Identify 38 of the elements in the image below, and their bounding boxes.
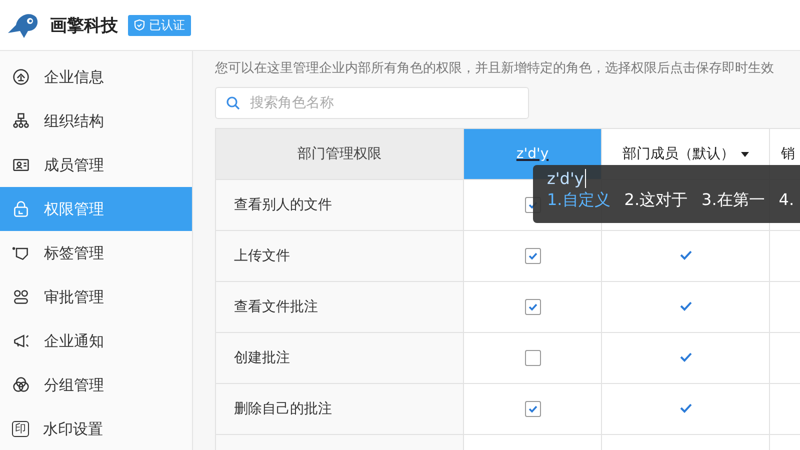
sidebar-item[interactable]: 成员管理 <box>0 143 192 187</box>
permission-name: 查看别人的文件 <box>233 197 332 213</box>
company-icon <box>12 68 30 86</box>
search-input[interactable]: 搜索角色名称 <box>248 94 518 112</box>
description-text: 您可以在这里管理企业内部所有角色的权限，并且新增特定的角色，选择权限后点击保存即时生效 <box>215 60 775 77</box>
checkbox[interactable] <box>524 248 540 264</box>
permission-name: 查看文件批注 <box>233 299 318 315</box>
permission-name: 创建批注 <box>233 350 290 366</box>
ime-candidate[interactable]: 2.这对于 <box>624 190 688 211</box>
sidebar-item[interactable]: 企业信息 <box>0 55 192 99</box>
people-icon <box>12 288 30 306</box>
company-name: 画擎科技 <box>50 14 118 36</box>
sidebar-item[interactable]: 印 水印设置 <box>0 407 192 450</box>
checkbox[interactable] <box>524 299 540 316</box>
permission-name: 删除自己的批注 <box>233 401 332 417</box>
search-field[interactable]: 搜索角色名称 <box>215 87 529 119</box>
sidebar-item[interactable]: 企业通知 <box>0 319 192 363</box>
tag-icon <box>12 244 30 262</box>
id-card-icon <box>12 156 30 174</box>
search-icon <box>226 96 240 110</box>
sidebar-item[interactable]: 组织结构 <box>0 99 192 143</box>
org-chart-icon <box>12 112 30 130</box>
checkbox[interactable] <box>524 401 540 418</box>
ime-input-text: z'd'y <box>547 169 586 188</box>
checkbox[interactable] <box>524 350 540 366</box>
ime-candidate[interactable]: 3.在第一 <box>702 190 765 211</box>
sidebar-item[interactable]: 分组管理 <box>0 363 192 407</box>
stamp-icon: 印 <box>12 421 29 437</box>
ime-candidate[interactable]: 1.自定义 <box>547 190 610 211</box>
sidebar-item[interactable]: 标签管理 <box>0 231 192 275</box>
sidebar-item[interactable]: 审批管理 <box>0 275 192 319</box>
megaphone-icon <box>12 332 30 350</box>
verified-badge: 已认证 <box>128 14 191 36</box>
lock-icon <box>12 200 30 218</box>
permission-name: 上传文件 <box>233 248 290 264</box>
column-header: 部门管理权限 <box>216 128 464 180</box>
bird-logo-icon <box>6 11 40 39</box>
circles-icon <box>12 376 30 394</box>
